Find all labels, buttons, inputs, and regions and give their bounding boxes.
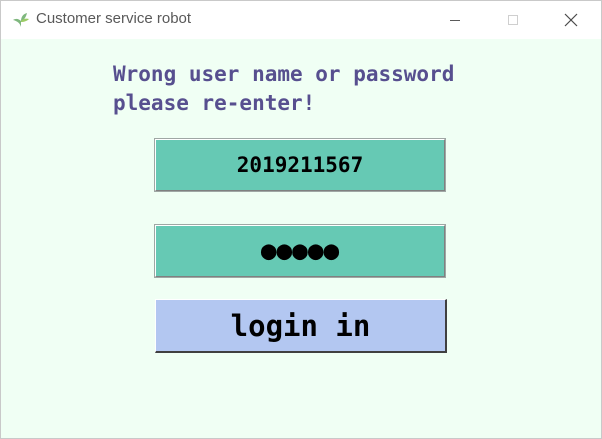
username-input[interactable]: 2019211567 — [154, 138, 446, 192]
close-button[interactable] — [548, 1, 594, 39]
error-message-line1: Wrong user name or password — [113, 62, 455, 86]
minimize-button[interactable] — [432, 1, 478, 39]
password-input[interactable]: ●●●●● — [154, 224, 446, 278]
title-bar[interactable]: Customer service robot — [1, 1, 601, 39]
error-message-line2: please re-enter! — [113, 91, 316, 115]
close-icon — [564, 13, 578, 27]
login-panel: Wrong user name or password please re-en… — [1, 39, 601, 438]
window-title: Customer service robot — [36, 10, 192, 27]
error-message: Wrong user name or password please re-en… — [113, 60, 454, 118]
leaf-icon — [13, 13, 29, 27]
maximize-button[interactable] — [490, 1, 536, 39]
minimize-icon — [450, 20, 460, 21]
login-button[interactable]: login in — [155, 299, 447, 353]
app-window: Customer service robot Wrong user name o… — [0, 0, 602, 439]
maximize-icon — [508, 15, 518, 25]
